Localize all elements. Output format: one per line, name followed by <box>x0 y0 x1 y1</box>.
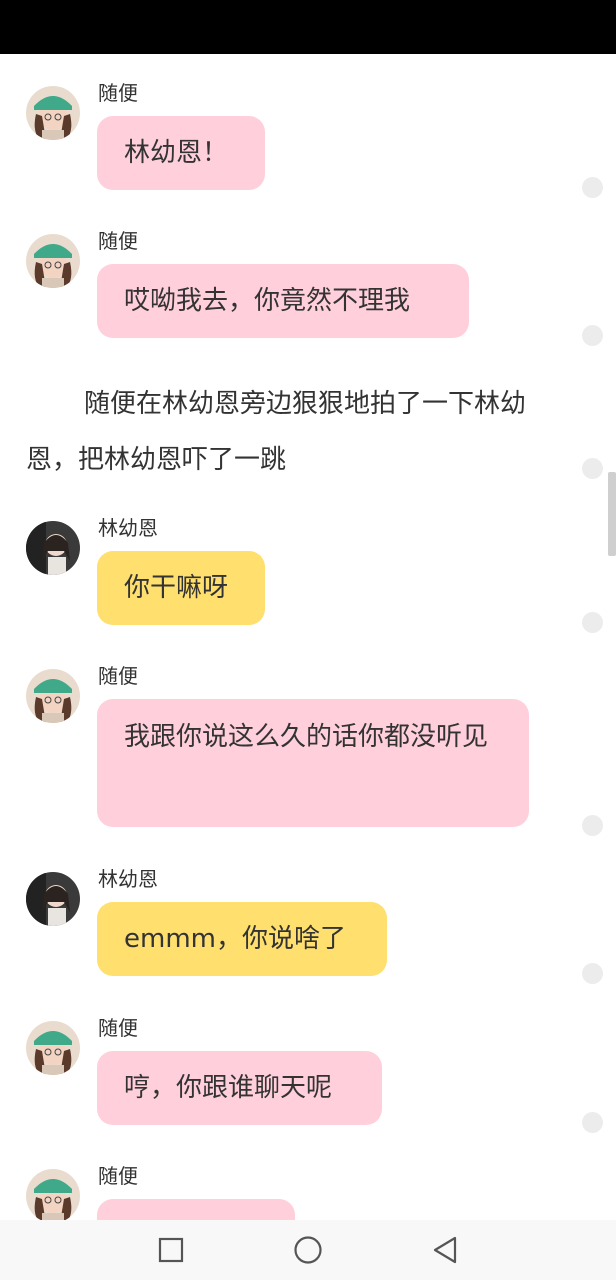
sender-name: 随便 <box>98 1164 138 1188</box>
sender-name: 林幼恩 <box>98 867 158 891</box>
back-button[interactable] <box>415 1220 475 1280</box>
status-bar <box>0 0 616 54</box>
message-bubble[interactable]: 林幼恩！ <box>97 116 265 190</box>
status-dot <box>582 815 603 836</box>
avatar-linyouen[interactable] <box>26 872 80 926</box>
sender-name: 林幼恩 <box>98 516 158 540</box>
status-dot <box>582 177 603 198</box>
sender-name: 随便 <box>98 664 138 688</box>
narration-text: 随便在林幼恩旁边狠狠地拍了一下林幼恩，把林幼恩吓了一跳 <box>26 389 527 475</box>
back-icon <box>433 1236 457 1264</box>
status-dot <box>582 963 603 984</box>
avatar-suibian[interactable] <box>26 86 80 140</box>
message-bubble[interactable]: 哼，你跟谁聊天呢 <box>97 1051 382 1125</box>
avatar-suibian[interactable] <box>26 1169 80 1220</box>
status-dot <box>582 325 603 346</box>
status-dot <box>582 612 603 633</box>
message-bubble[interactable]: 哎呦我去，你竟然不理我 <box>97 264 469 338</box>
message-bubble[interactable]: 我跟你说这么久的话你都没听见 <box>97 699 529 827</box>
home-button[interactable] <box>278 1220 338 1280</box>
avatar-suibian[interactable] <box>26 669 80 723</box>
recent-apps-icon <box>158 1237 184 1263</box>
message-bubble[interactable] <box>97 1199 295 1220</box>
sender-name: 随便 <box>98 229 138 253</box>
sender-name: 随便 <box>98 1016 138 1040</box>
avatar-suibian[interactable] <box>26 1021 80 1075</box>
avatar-linyouen[interactable] <box>26 521 80 575</box>
scrollbar[interactable] <box>608 472 616 556</box>
navigation-bar <box>0 1220 616 1280</box>
status-dot <box>582 1112 603 1133</box>
home-icon <box>294 1236 322 1264</box>
sender-name: 随便 <box>98 81 138 105</box>
avatar-suibian[interactable] <box>26 234 80 288</box>
status-dot <box>582 458 603 479</box>
message-bubble[interactable]: emmm，你说啥了 <box>97 902 387 976</box>
chat-content[interactable]: 随便 林幼恩！ 随便 哎呦我去，你竟然不理我 随便在林幼恩旁边狠狠地拍了一下林幼… <box>0 54 616 1220</box>
message-bubble[interactable]: 你干嘛呀 <box>97 551 265 625</box>
recent-apps-button[interactable] <box>141 1220 201 1280</box>
